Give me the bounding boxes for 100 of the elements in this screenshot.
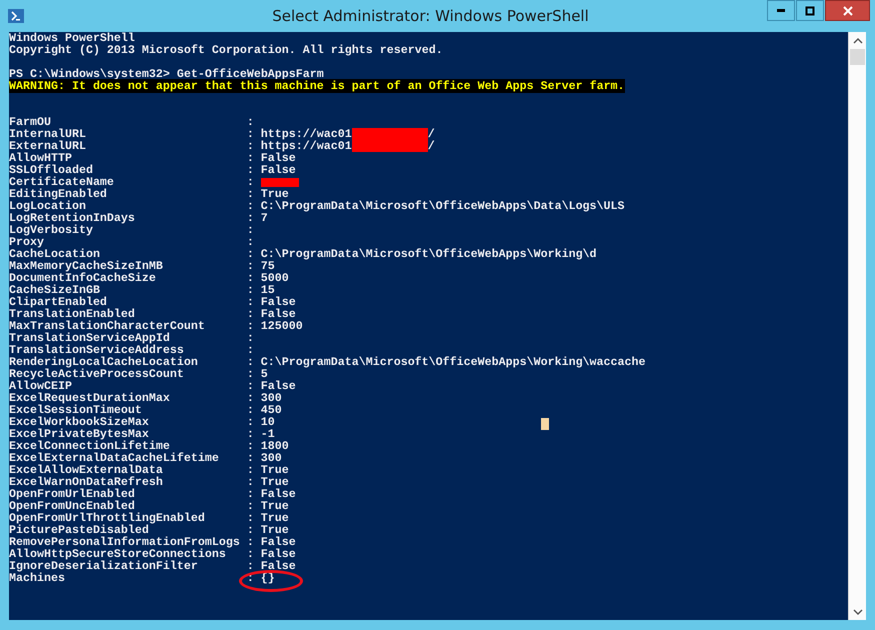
property-value: https://wac01 <box>260 140 352 152</box>
separator-colon: : <box>246 283 254 297</box>
property-value: 450 <box>260 404 282 416</box>
property-name: Machines <box>9 571 65 585</box>
property-value: 75 <box>260 260 275 272</box>
separator-colon: : <box>246 487 254 501</box>
property-value: 1800 <box>260 440 289 452</box>
property-name: FarmOU <box>9 115 51 129</box>
property-value: C:\ProgramData\Microsoft\OfficeWebApps\Working\waccache <box>260 356 646 368</box>
separator-colon: : <box>246 511 254 525</box>
property-value: 5000 <box>260 272 289 284</box>
property-name: ExcelAllowExternalData <box>9 463 163 477</box>
property-value: True <box>260 464 289 476</box>
separator-colon: : <box>246 319 254 333</box>
console-text: Copyright (C) 2013 Microsoft Corporation. All rights reserved. <box>9 43 443 57</box>
property-name: ExcelWorkbookSizeMax <box>9 415 149 429</box>
property-name: RecycleActiveProcessCount <box>9 367 184 381</box>
property-value: False <box>260 380 296 392</box>
separator-colon: : <box>246 415 254 429</box>
property-name: ExcelRequestDurationMax <box>9 391 170 405</box>
separator-colon: : <box>246 367 254 381</box>
separator-colon: : <box>246 391 254 405</box>
property-value: False <box>260 536 296 548</box>
property-value: False <box>260 164 296 176</box>
property-name: AllowCEIP <box>9 379 72 393</box>
separator-colon: : <box>246 451 254 465</box>
separator-colon: : <box>246 547 254 561</box>
property-name: AllowHTTP <box>9 151 72 165</box>
property-name: MaxTranslationCharacterCount <box>9 319 205 333</box>
separator-colon: : <box>246 139 254 153</box>
separator-colon: : <box>246 307 254 321</box>
console-text: PS C:\Windows\system32> Get-OfficeWebAppsFarm <box>9 67 324 81</box>
separator-colon: : <box>246 295 254 309</box>
vertical-scrollbar[interactable] <box>848 32 866 620</box>
property-name: ExcelPrivateBytesMax <box>9 427 149 441</box>
property-name: LogVerbosity <box>9 223 93 237</box>
separator-colon: : <box>246 535 254 549</box>
separator-colon: : <box>246 343 254 357</box>
property-value: True <box>260 512 289 524</box>
property-name: LogRetentionInDays <box>9 211 135 225</box>
separator-colon: : <box>246 223 254 237</box>
separator-colon: : <box>246 199 254 213</box>
separator-colon: : <box>246 247 254 261</box>
property-value: 5 <box>260 368 268 380</box>
separator-colon: : <box>246 499 254 513</box>
separator-colon: : <box>246 475 254 489</box>
property-value: 15 <box>260 284 275 296</box>
property-name: AllowHttpSecureStoreConnections <box>9 547 226 561</box>
property-name: ExternalURL <box>9 139 86 153</box>
property-name: OpenFromUrlThrottlingEnabled <box>9 511 205 525</box>
property-name: ExcelWarnOnDataRefresh <box>9 475 163 489</box>
property-value: False <box>260 296 296 308</box>
separator-colon: : <box>246 403 254 417</box>
property-name: EditingEnabled <box>9 187 107 201</box>
property-name: IgnoreDeserializationFilter <box>9 559 198 573</box>
terminal-prompt-icon <box>8 8 24 24</box>
property-name: OpenFromUncEnabled <box>9 499 135 513</box>
separator-colon: : <box>246 175 254 189</box>
maximize-button[interactable] <box>796 0 824 21</box>
minimize-icon <box>777 9 785 12</box>
text-cursor <box>541 418 549 430</box>
property-value: C:\ProgramData\Microsoft\OfficeWebApps\Working\d <box>260 248 597 260</box>
console-text: Windows PowerShell <box>9 32 135 45</box>
scrollbar-thumb[interactable] <box>850 49 865 65</box>
property-value: / <box>428 128 435 140</box>
redaction-block <box>260 178 299 186</box>
separator-colon: : <box>246 427 254 441</box>
separator-colon: : <box>246 235 254 249</box>
property-value: True <box>260 188 289 200</box>
minimize-button[interactable] <box>767 0 795 21</box>
property-value: False <box>260 308 296 320</box>
separator-colon: : <box>246 187 254 201</box>
property-value: False <box>260 548 296 560</box>
property-name: ExcelConnectionLifetime <box>9 439 170 453</box>
separator-colon: : <box>246 151 254 165</box>
property-value: https://wac01 <box>260 128 352 140</box>
property-name: TranslationServiceAddress <box>9 343 184 357</box>
property-name: MaxMemoryCacheSizeInMB <box>9 259 163 273</box>
separator-colon: : <box>246 379 254 393</box>
property-name: CacheLocation <box>9 247 100 261</box>
property-value: C:\ProgramData\Microsoft\OfficeWebApps\Data\Logs\ULS <box>260 200 625 212</box>
window-title: Select Administrator: Windows PowerShell <box>271 7 590 25</box>
property-value: True <box>260 476 289 488</box>
property-name: ExcelSessionTimeout <box>9 403 142 417</box>
property-name: ExcelExternalDataCacheLifetime <box>9 451 219 465</box>
property-value: False <box>260 488 296 500</box>
property-value: 300 <box>260 392 282 404</box>
property-value: 125000 <box>260 320 303 332</box>
separator-colon: : <box>246 523 254 537</box>
property-name: OpenFromUrlEnabled <box>9 487 135 501</box>
separator-colon: : <box>246 127 254 141</box>
property-name: TranslationServiceAppId <box>9 331 170 345</box>
property-name: InternalURL <box>9 127 86 141</box>
maximize-icon <box>805 6 815 16</box>
close-button[interactable] <box>825 0 870 21</box>
property-value: False <box>260 152 296 164</box>
separator-colon: : <box>246 211 254 225</box>
property-name: CertificateName <box>9 175 114 189</box>
property-name: TranslationEnabled <box>9 307 135 321</box>
property-name: RemovePersonalInformationFromLogs <box>9 535 240 549</box>
